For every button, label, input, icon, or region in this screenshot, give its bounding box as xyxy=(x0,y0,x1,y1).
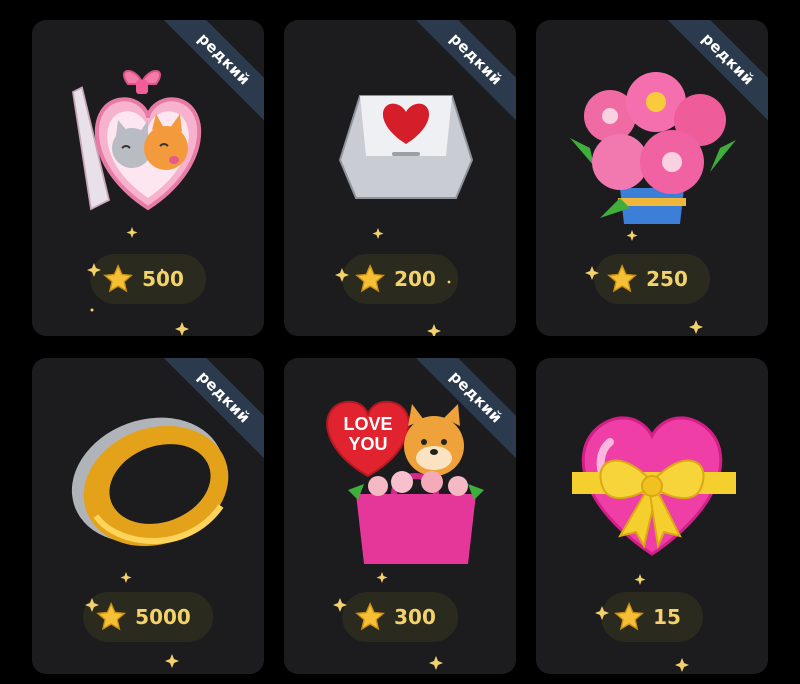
bow-heart-icon xyxy=(572,416,736,556)
price-value: 15 xyxy=(653,605,681,629)
gift-card-heart-key[interactable]: редкий 200 xyxy=(284,20,516,336)
gift-card-kitten-heart[interactable]: редкий 500 xyxy=(32,20,264,336)
star-icon xyxy=(614,602,645,631)
gift-card-bouquet[interactable]: редкий 250 xyxy=(536,20,768,336)
ring-icon xyxy=(71,417,229,547)
star-icon xyxy=(96,602,127,631)
price-pill: 500 xyxy=(90,254,206,304)
balloon-text-you: YOU xyxy=(348,434,387,454)
kitten-heart-icon xyxy=(72,70,202,211)
heart-key-icon xyxy=(338,95,474,199)
price-pill: 200 xyxy=(342,254,458,304)
gift-grid: редкий 500 редкий 200 редкий 250 редкий … xyxy=(32,20,768,674)
star-icon xyxy=(355,602,386,631)
price-value: 500 xyxy=(142,267,184,291)
balloon-text-love: LOVE xyxy=(343,414,392,434)
price-value: 300 xyxy=(394,605,436,629)
gift-card-ring[interactable]: редкий 5000 xyxy=(32,358,264,674)
star-icon xyxy=(103,264,134,293)
price-value: 200 xyxy=(394,267,436,291)
price-pill: 5000 xyxy=(83,592,213,642)
price-pill: 300 xyxy=(342,592,458,642)
bouquet-icon xyxy=(570,72,736,224)
gift-card-love-you-dog[interactable]: редкий LOVE YOU 300 xyxy=(284,358,516,674)
love-you-dog-icon: LOVE YOU xyxy=(326,400,484,564)
price-value: 250 xyxy=(646,267,688,291)
star-icon xyxy=(355,264,386,293)
star-icon xyxy=(607,264,638,293)
price-value: 5000 xyxy=(135,605,191,629)
price-pill: 15 xyxy=(601,592,703,642)
gift-card-bow-heart[interactable]: 15 xyxy=(536,358,768,674)
price-pill: 250 xyxy=(594,254,710,304)
